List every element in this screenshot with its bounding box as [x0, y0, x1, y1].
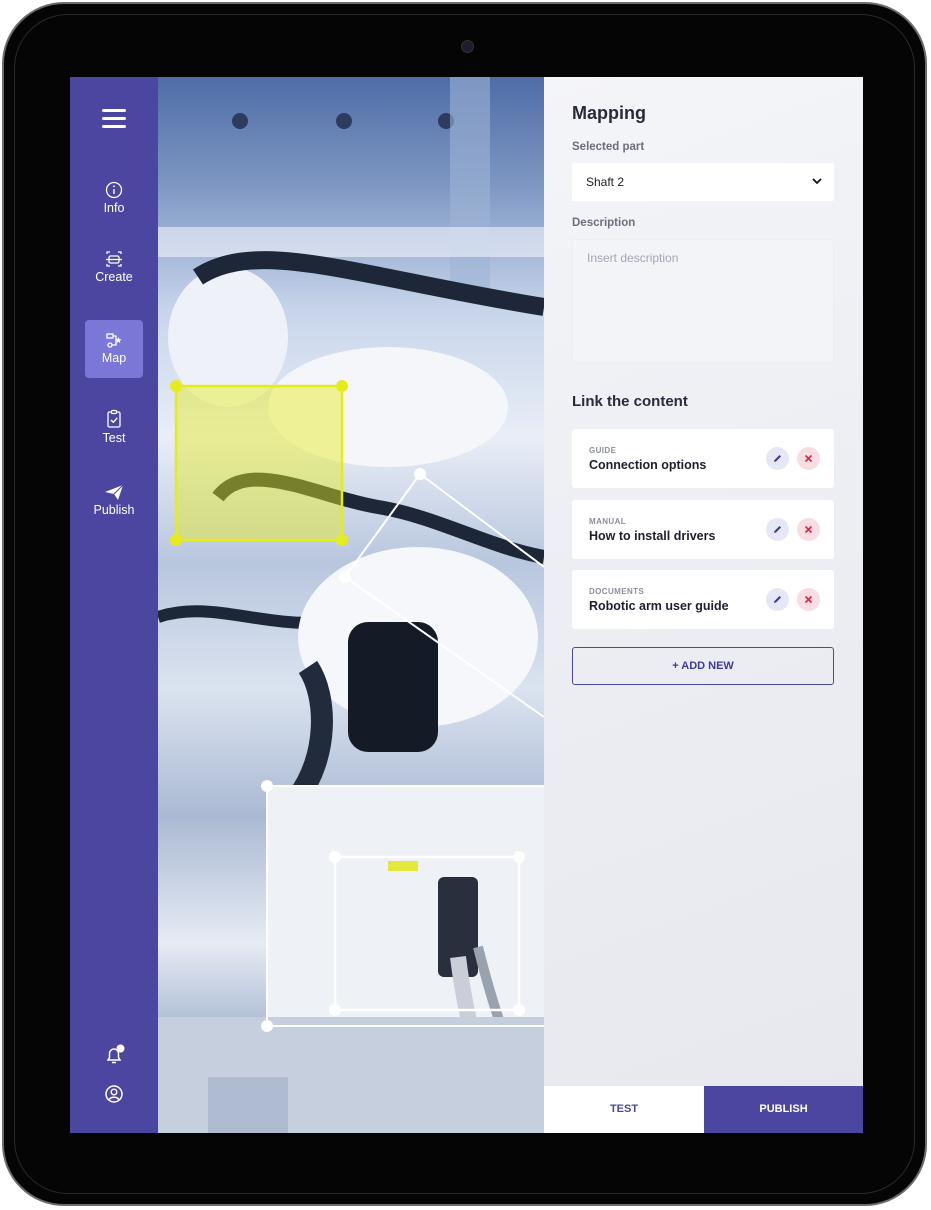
card-title: Connection options [589, 458, 707, 472]
test-button[interactable]: TEST [544, 1086, 704, 1133]
notification-bell-icon[interactable] [104, 1044, 126, 1066]
sidebar-item-map[interactable]: Map [85, 320, 143, 378]
sidebar-item-publish[interactable]: Publish [85, 483, 143, 541]
add-new-button[interactable]: + ADD NEW [572, 647, 834, 685]
pencil-icon [774, 526, 781, 533]
card-type: GUIDE [589, 446, 617, 455]
sidebar: Info Create Map Test Publish [70, 77, 158, 1133]
sidebar-item-info[interactable]: Info [85, 181, 143, 239]
card-type: MANUAL [589, 517, 627, 526]
pencil-icon [774, 455, 781, 462]
sidebar-item-label: Create [95, 270, 133, 284]
delete-button[interactable] [797, 518, 820, 541]
menu-icon[interactable] [102, 109, 126, 129]
close-icon [804, 454, 813, 463]
machine-photo[interactable] [158, 77, 544, 1133]
description-input[interactable]: Insert description [572, 239, 834, 363]
front-camera [461, 40, 474, 53]
link-content-heading: Link the content [572, 393, 688, 410]
clipboard-check-icon [107, 409, 121, 428]
close-icon [804, 595, 813, 604]
selected-part-select[interactable]: Shaft 2 [572, 163, 834, 201]
send-icon [105, 484, 124, 500]
app-screen: Info Create Map Test Publish Mapping Sel… [70, 77, 863, 1133]
description-placeholder: Insert description [587, 251, 679, 265]
sidebar-item-label: Info [103, 201, 125, 215]
close-icon [804, 525, 813, 534]
content-card[interactable]: MANUAL How to install drivers [572, 500, 834, 559]
card-type: DOCUMENTS [589, 587, 645, 596]
selected-part-label: Selected part [572, 141, 645, 153]
robot-illustration [158, 77, 544, 1133]
selected-region-box [174, 384, 344, 542]
map-icon [106, 333, 122, 348]
create-icon [106, 251, 122, 267]
edit-button[interactable] [766, 518, 789, 541]
pencil-icon [774, 596, 781, 603]
selected-part-value: Shaft 2 [586, 175, 625, 189]
info-icon [105, 181, 123, 199]
chevron-down-icon [812, 178, 822, 185]
sidebar-item-label: Map [101, 351, 127, 365]
card-title: Robotic arm user guide [589, 599, 729, 613]
delete-button[interactable] [797, 447, 820, 470]
sidebar-item-create[interactable]: Create [85, 250, 143, 308]
panel-title: Mapping [572, 103, 646, 123]
sidebar-item-label: Test [102, 431, 126, 445]
mapping-panel: Mapping Selected part Shaft 2 Descriptio… [544, 77, 863, 1133]
description-label: Description [572, 217, 636, 229]
publish-button[interactable]: PUBLISH [704, 1086, 863, 1133]
content-card[interactable]: DOCUMENTS Robotic arm user guide [572, 570, 834, 629]
sidebar-item-test[interactable]: Test [85, 409, 143, 467]
delete-button[interactable] [797, 588, 820, 611]
content-card[interactable]: GUIDE Connection options [572, 429, 834, 488]
sidebar-item-label: Publish [93, 503, 135, 517]
edit-button[interactable] [766, 447, 789, 470]
edit-button[interactable] [766, 588, 789, 611]
card-title: How to install drivers [589, 529, 716, 543]
user-account-icon[interactable] [104, 1084, 126, 1106]
